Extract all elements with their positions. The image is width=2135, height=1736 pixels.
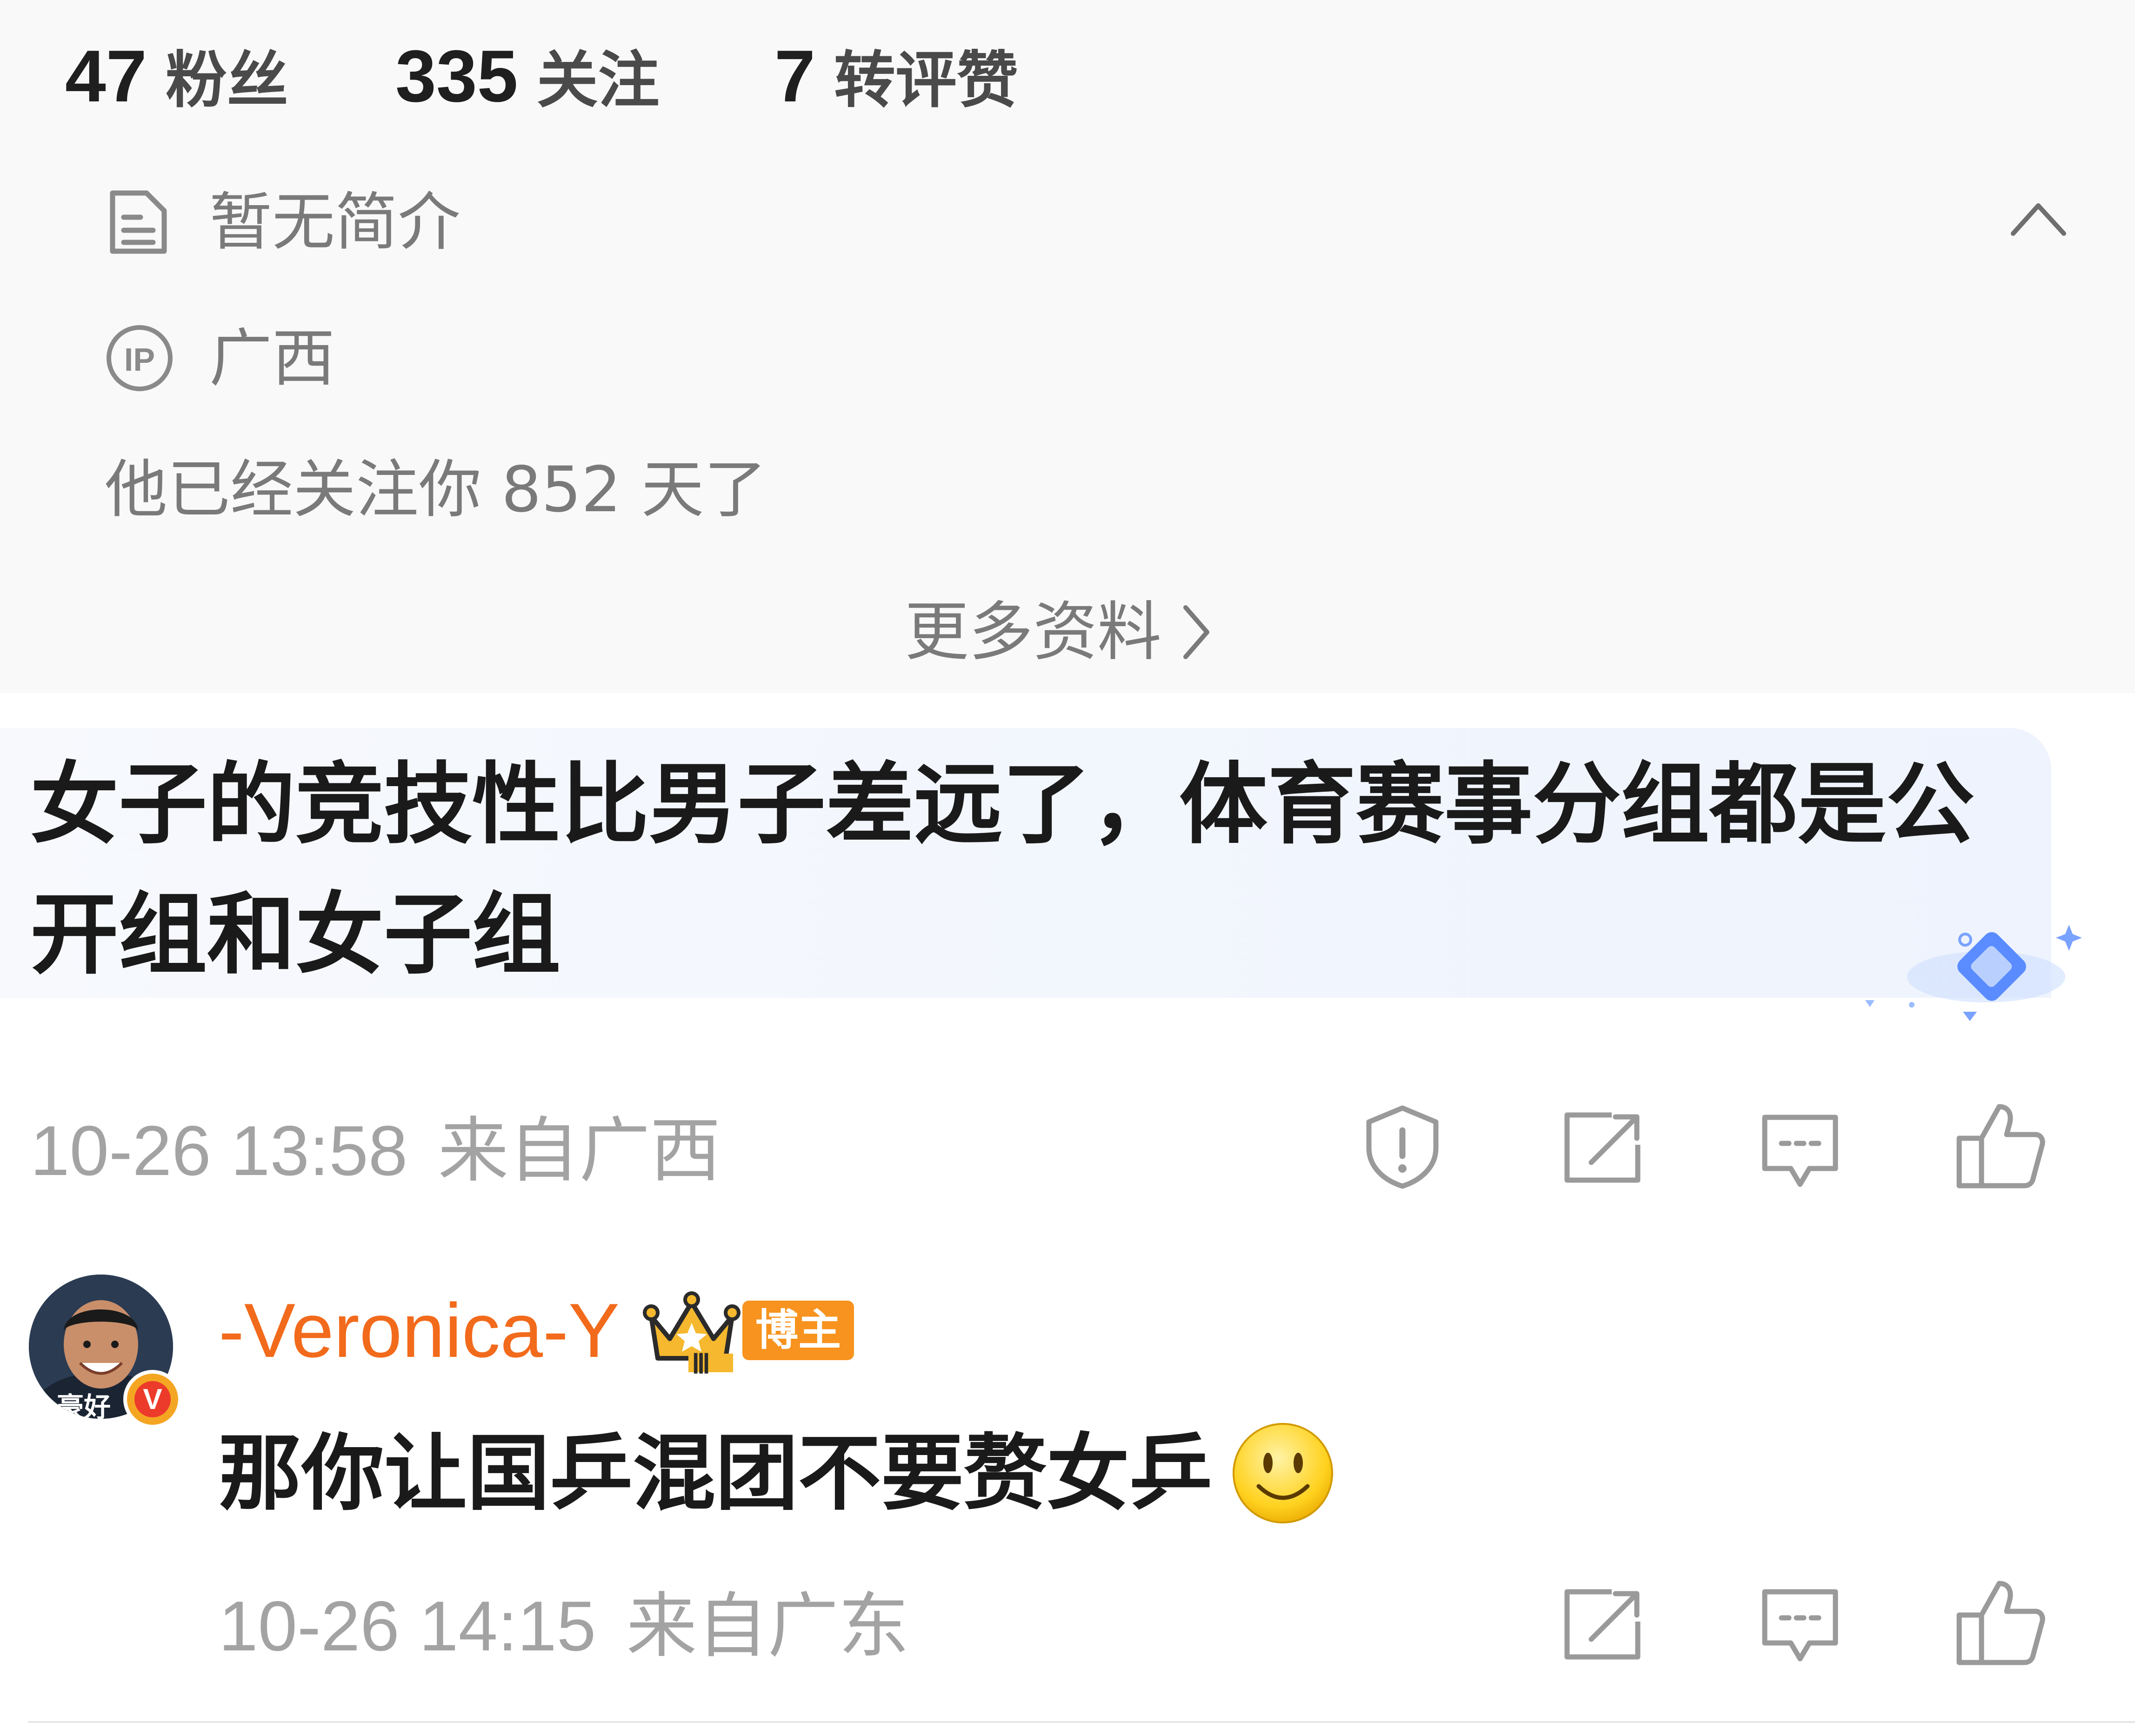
- reply-header: -Veronica-Y Ⅲ 博主: [219, 1289, 854, 1379]
- reply-meta: 10-26 14:15 来自广东: [219, 1591, 909, 1662]
- divider: [28, 1721, 2135, 1723]
- stat-interactions-count: 7: [774, 35, 815, 117]
- stat-fans[interactable]: 47 粉丝: [65, 40, 288, 113]
- diamond-icon: [1851, 912, 2084, 1037]
- reply-text: 那你让国乒混团不要赘女乒: [219, 1425, 1212, 1522]
- more-info-label: 更多资料: [905, 594, 1162, 669]
- reply-body: 那你让国乒混团不要赘女乒: [219, 1421, 1335, 1526]
- reply-like-icon[interactable]: [1954, 1577, 2047, 1668]
- comment-body: 女子的竞技性比男子差远了，体育赛事分组都是公 开组和女子组: [30, 740, 2030, 1000]
- reply-username[interactable]: -Veronica-Y: [219, 1292, 620, 1369]
- comment-meta: 10-26 13:58 来自广西: [30, 1115, 721, 1186]
- follow-duration: 他已经关注你 852 天了: [105, 453, 767, 526]
- comment-line-2: 开组和女子组: [30, 883, 561, 986]
- repost-icon[interactable]: [1561, 1109, 1644, 1186]
- comment-line-1: 女子的竞技性比男子差远了，体育赛事分组都是公: [30, 753, 1975, 856]
- svg-text:IP: IP: [124, 341, 155, 378]
- stat-fans-label: 粉丝: [165, 45, 288, 116]
- comment-source: 来自广西: [438, 1111, 721, 1190]
- ip-location: 广西: [209, 322, 335, 395]
- fan-level: Ⅲ: [692, 1349, 711, 1379]
- comment-icon[interactable]: [1758, 1112, 1842, 1193]
- blogger-badge: 博主: [742, 1301, 854, 1360]
- stat-interactions-label: 转评赞: [834, 45, 1018, 116]
- reply-repost-icon[interactable]: [1561, 1586, 1644, 1663]
- reply-source: 来自广东: [626, 1587, 909, 1666]
- ip-icon: IP: [105, 323, 174, 393]
- reply-timestamp: 10-26 14:15: [219, 1587, 596, 1666]
- like-icon[interactable]: [1954, 1100, 2047, 1191]
- more-info-link[interactable]: 更多资料: [905, 600, 1213, 664]
- stat-following[interactable]: 335 关注: [395, 40, 660, 113]
- chevron-up-icon[interactable]: [2009, 200, 2068, 237]
- stat-following-count: 335: [395, 35, 518, 117]
- verified-badge: V: [123, 1370, 182, 1429]
- report-icon[interactable]: [1361, 1102, 1444, 1191]
- crown-icon: Ⅲ: [643, 1289, 741, 1379]
- avatar-caption: 豪好: [57, 1391, 111, 1419]
- reply-comment-icon[interactable]: [1758, 1586, 1842, 1668]
- stat-fans-count: 47: [65, 35, 147, 117]
- stat-following-label: 关注: [536, 45, 660, 116]
- comment-timestamp: 10-26 13:58: [30, 1111, 408, 1190]
- verified-mark: V: [134, 1381, 171, 1417]
- document-icon: [107, 188, 170, 256]
- smile-emoji: [1231, 1421, 1335, 1526]
- chevron-right-icon: [1180, 602, 1213, 662]
- stat-interactions[interactable]: 7 转评赞: [774, 40, 1018, 113]
- bio-text: 暂无简介: [209, 186, 460, 259]
